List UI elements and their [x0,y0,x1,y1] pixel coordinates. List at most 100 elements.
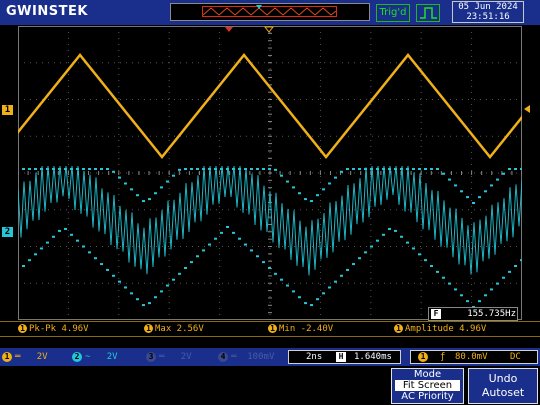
ch2-peak-dot [298,192,301,195]
ch2-peak-dot [160,186,163,189]
trigger-source-badge: 1 [418,351,428,362]
brand-logo: GWINSTEK [6,4,88,19]
ch2-peak-dot [184,168,187,170]
ch2-peak-dot [124,286,127,289]
ch2-peak-dot [166,284,169,287]
trigger-position-icon [256,5,262,9]
ch2-peak-dot [88,251,91,254]
ch1-badge: 1 [144,324,153,333]
ch2-peak-dot [382,168,385,170]
mode-softkey[interactable]: Mode Fit Screen AC Priority [391,368,464,404]
ch2-peak-dot [484,190,487,193]
ch2-peak-dot [100,263,103,266]
ch2-peak-dot [220,168,223,170]
ch2-peak-dot [112,274,115,277]
ch2-peak-dot [238,237,241,240]
mode-title: Mode [413,369,442,380]
ch2-peak-dot [370,168,373,170]
horizontal-icon: H [336,352,346,362]
ch2-peak-dot [148,302,151,305]
ch2-peak-dot [142,304,145,307]
ch2-peak-dot [514,265,517,268]
ch1-position-marker[interactable]: 1 [2,105,13,115]
ch2-status[interactable]: 2 ~ 2V [72,350,118,364]
ch3-scale: 2V [180,352,192,362]
trigger-level-value: 80.0mV [455,352,488,362]
ch2-peak-dot [250,168,253,170]
ch2-peak-dot [208,168,211,170]
ch2-peak-dot [352,168,355,170]
ch2-peak-dot [166,180,169,183]
ch2-peak-dot [130,292,133,295]
ch2-peak-dot [442,172,445,175]
ch2-peak-dot [520,259,523,262]
mode-option-ac-priority: AC Priority [401,391,454,402]
ch2-peak-dot [280,174,283,177]
horizontal-position-icon [263,26,275,33]
ch2-peak-dot [418,253,421,256]
ch2-peak-dot [424,259,427,262]
ch1-status[interactable]: 1 ═ 2V [2,350,48,364]
ch2-peak-dot [130,188,133,191]
ch2-peak-dot [250,249,253,252]
ch2-peak-dot [334,176,337,179]
ch4-status[interactable]: 4 ═ 100mV [218,350,274,364]
ch2-peak-dot [244,168,247,170]
ch2-peak-dot [172,174,175,177]
ch2-peak-dot [106,268,109,271]
ch2-peak-dot [448,282,451,285]
ch2-peak-dot [436,270,439,273]
ch2-peak-dot [118,280,121,283]
ch2-peak-dot [64,227,67,230]
ch2-peak-dot [214,168,217,170]
ch2-peak-dot [52,235,55,238]
ch2-peak-dot [358,257,361,260]
measurement-max[interactable]: 1 Max 2.56V [144,322,204,336]
timebase-value: 2ns [306,352,323,362]
ch3-status[interactable]: 3 ═ 2V [146,350,192,364]
ch2-peak-dot [178,168,181,171]
ch2-peak-dot [160,290,163,293]
ch2-peak-dot [406,241,409,244]
measurement-min[interactable]: 1 Min -2.40V [268,322,333,336]
ch2-peak-dot [454,288,457,291]
undo-autoset-button[interactable]: Undo Autoset [468,368,538,404]
ch2-peak-dot [310,304,313,307]
ch2-peak-dot [460,294,463,297]
ch2-peak-dot [424,168,427,170]
time-text: 23:51:16 [466,12,510,22]
ch2-position-marker[interactable]: 2 [2,227,13,237]
ch2-peak-dot [268,266,271,269]
measurement-amplitude[interactable]: 1 Amplitude 4.96V [394,322,486,336]
ch2-peak-dot [58,229,61,232]
ch2-peak-dot [502,276,505,279]
ch2-peak-dot [400,168,403,170]
ch2-peak-dot [70,168,73,170]
ch2-peak-dot [28,259,31,262]
waveform-display[interactable] [0,25,540,321]
ch2-peak-dot [118,176,121,179]
ch2-peak-dot [346,268,349,271]
ch2-coupling-icon: ~ [85,352,91,362]
ch2-peak-dot [334,280,337,283]
measurement-pkpk[interactable]: 1 Pk-Pk 4.96V [18,322,89,336]
ch2-peak-dot [316,194,319,197]
ch4-scale: 100mV [247,352,275,362]
ch2-peak-dot [376,168,379,170]
ch2-peak-dot [88,168,91,170]
ch1-scale: 2V [36,352,48,362]
ch3-badge: 3 [146,351,156,362]
measurement-min-text: Min -2.40V [279,324,334,334]
ch2-peak-dot [412,168,415,170]
ch2-peak-dot [256,168,259,170]
ch2-peak-dot [364,168,367,170]
ch2-peak-dot [466,300,469,303]
ch2-peak-dot [184,266,187,269]
ch2-peak-dot [214,237,217,240]
undo-label: Undo [488,372,518,385]
ch2-peak-dot [262,168,265,170]
ch2-peak-dot [274,168,277,171]
ch2-peak-dot [142,200,145,203]
ch2-peak-dot [226,226,229,228]
ch2-peak-dot [358,168,361,170]
